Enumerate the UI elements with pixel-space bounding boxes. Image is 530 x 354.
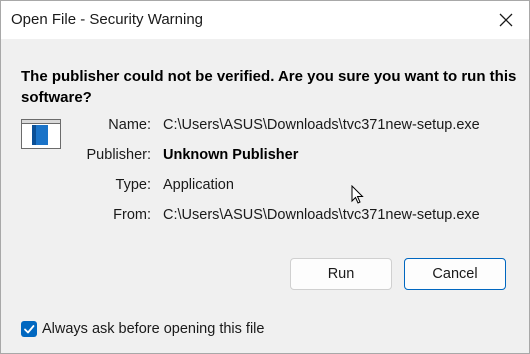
type-label: Type: xyxy=(115,177,151,193)
name-label: Name: xyxy=(108,117,151,133)
detail-row-publisher: Publisher: Unknown Publisher xyxy=(1,147,529,167)
always-ask-label[interactable]: Always ask before opening this file xyxy=(42,321,264,337)
warning-question: The publisher could not be verified. Are… xyxy=(21,68,517,106)
title-bar: Open File - Security Warning xyxy=(1,1,529,39)
mouse-pointer-icon xyxy=(351,185,364,204)
publisher-label: Publisher: xyxy=(86,147,151,163)
cancel-button[interactable]: Cancel xyxy=(404,258,506,290)
run-button[interactable]: Run xyxy=(290,258,392,290)
publisher-value: Unknown Publisher xyxy=(163,147,299,163)
always-ask-checkbox[interactable] xyxy=(21,321,37,337)
window-title: Open File - Security Warning xyxy=(11,11,204,28)
close-button[interactable] xyxy=(483,1,529,39)
detail-row-type: Type: Application xyxy=(1,177,529,197)
from-value: C:\Users\ASUS\Downloads\tvc371new-setup.… xyxy=(163,207,480,223)
detail-row-from: From: C:\Users\ASUS\Downloads\tvc371new-… xyxy=(1,207,529,227)
type-value: Application xyxy=(163,177,234,193)
name-value: C:\Users\ASUS\Downloads\tvc371new-setup.… xyxy=(163,117,480,133)
close-icon xyxy=(499,13,513,27)
detail-row-name: Name: C:\Users\ASUS\Downloads\tvc371new-… xyxy=(1,117,529,137)
checkmark-icon xyxy=(24,325,35,334)
from-label: From: xyxy=(113,207,151,223)
security-warning-dialog: Open File - Security Warning The publish… xyxy=(0,0,530,354)
